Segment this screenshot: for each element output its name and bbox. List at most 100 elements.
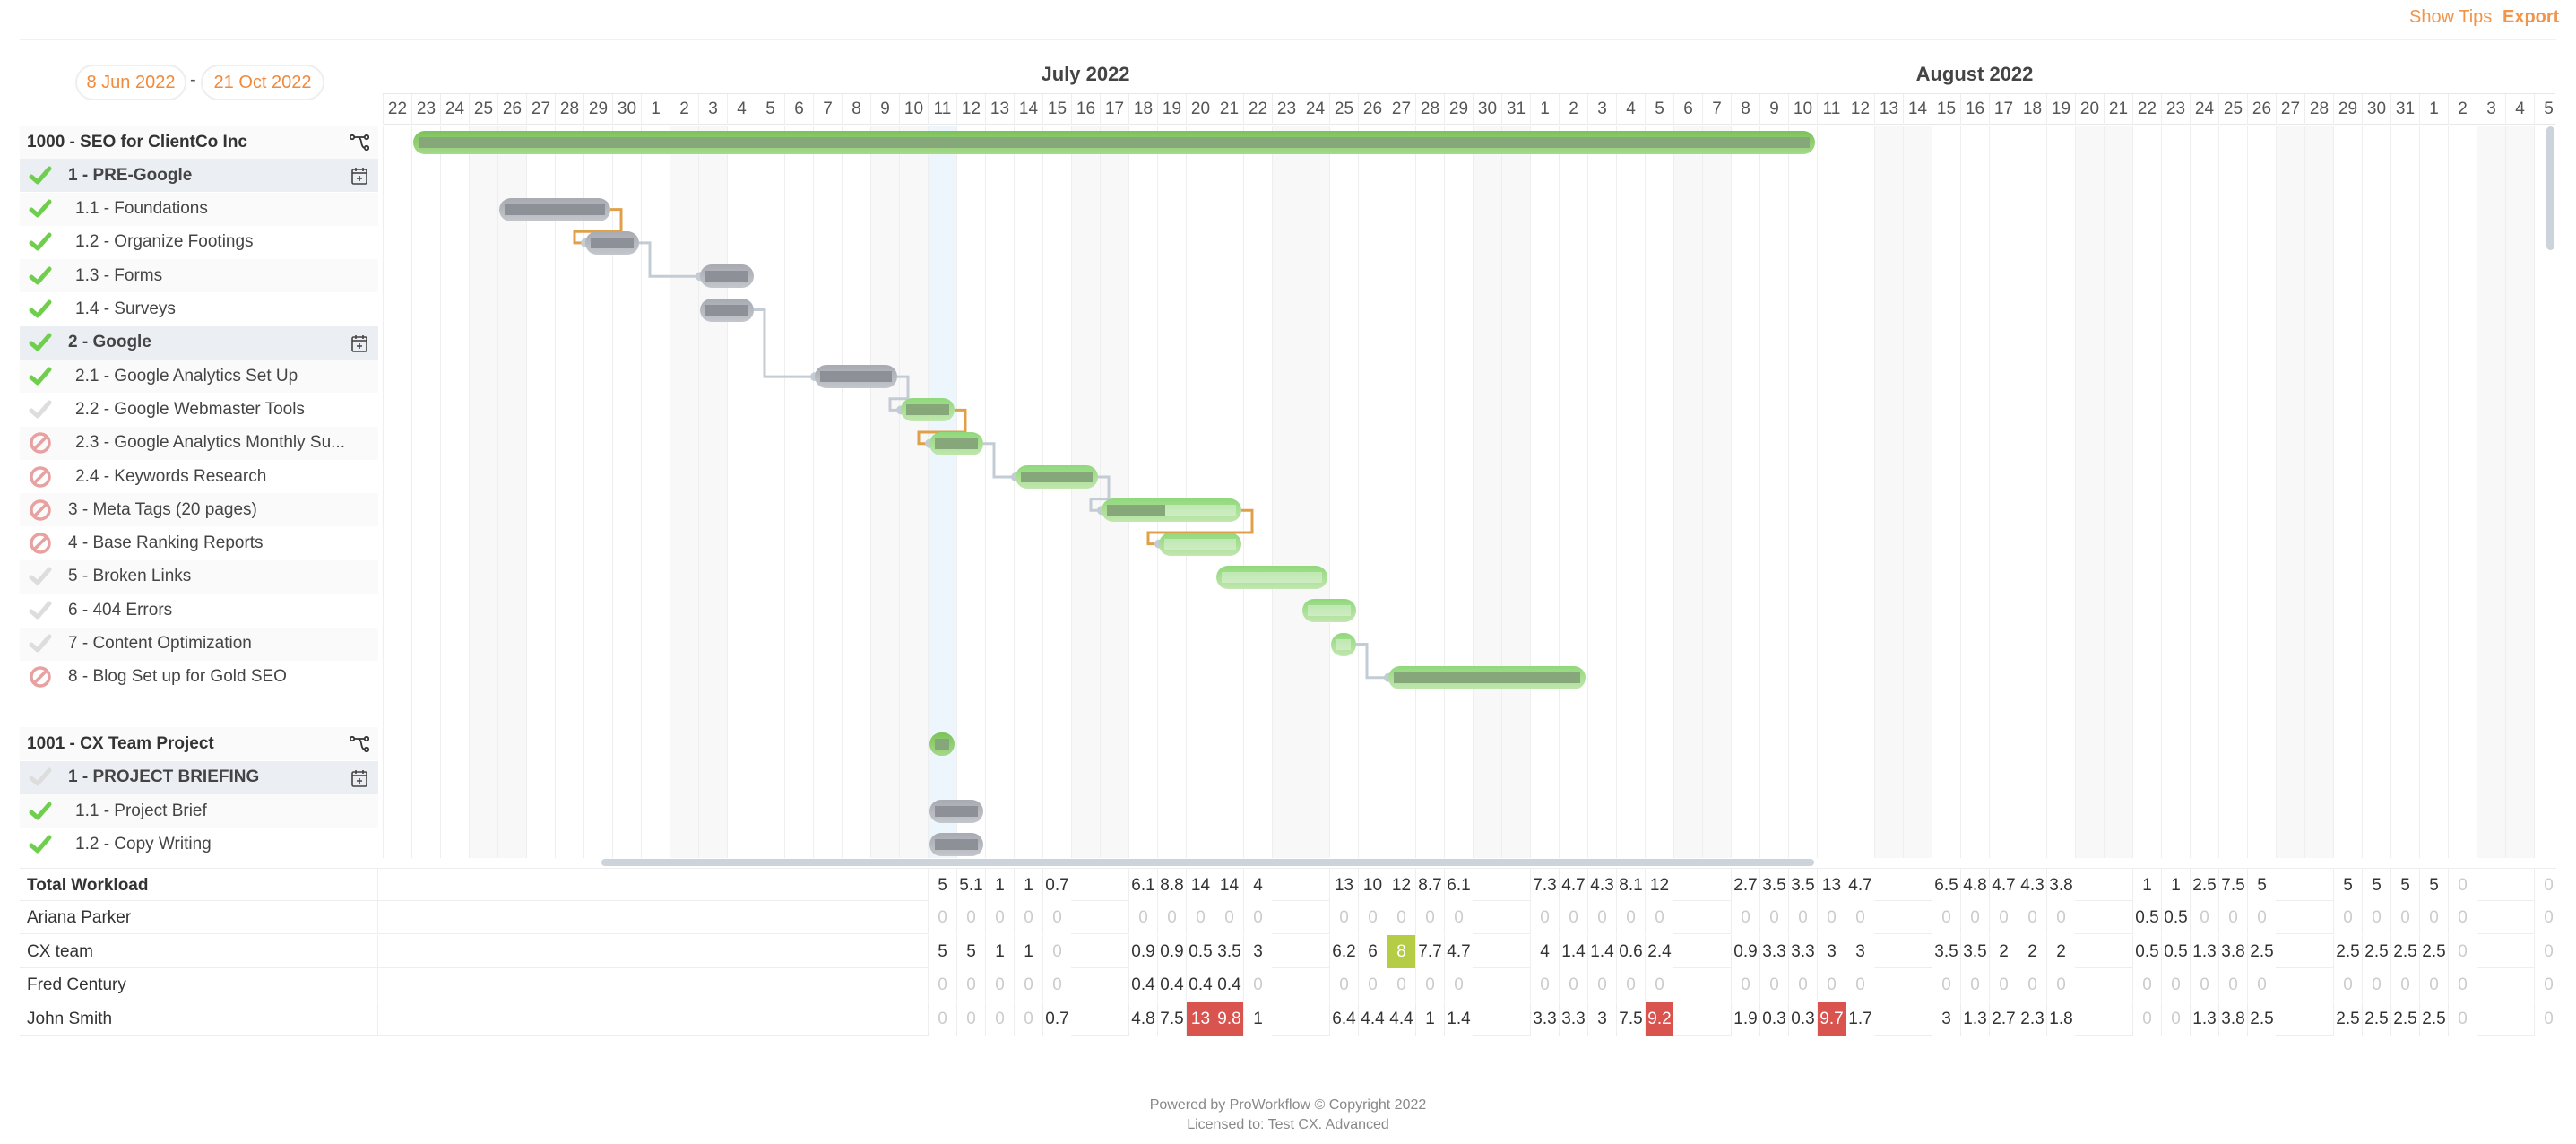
- workload-cell[interactable]: 1.8: [2046, 1001, 2075, 1036]
- gantt-bar[interactable]: [815, 365, 897, 389]
- workload-cell[interactable]: 3: [1932, 1001, 1960, 1036]
- workload-cell[interactable]: 2.5: [2333, 1001, 2362, 1036]
- workload-cell[interactable]: 0: [1358, 901, 1387, 935]
- workload-cell[interactable]: 0.6: [1616, 934, 1645, 968]
- workload-cell[interactable]: 0: [1932, 901, 1960, 935]
- brand-link[interactable]: ProWorkflow: [1230, 1097, 1310, 1113]
- workload-cell[interactable]: 0: [1645, 901, 1673, 935]
- workload-cell[interactable]: 2.5: [2190, 869, 2218, 902]
- workload-cell[interactable]: 4.8: [1128, 1001, 1157, 1036]
- workload-cell[interactable]: 0: [1042, 901, 1071, 935]
- workload-cell[interactable]: 2.5: [2390, 1001, 2419, 1036]
- gantt-bar[interactable]: [929, 800, 983, 823]
- gantt-bar[interactable]: [413, 131, 1815, 154]
- workload-cell[interactable]: 3.5: [1215, 934, 1243, 968]
- workload-cell[interactable]: 1.4: [1559, 934, 1587, 968]
- horizontal-scrollbar[interactable]: [601, 859, 1814, 866]
- workload-cell[interactable]: 4.7: [1444, 934, 1473, 968]
- workload-cell[interactable]: 0: [2132, 968, 2161, 1002]
- workload-cell[interactable]: 0: [1014, 901, 1042, 935]
- workload-cell[interactable]: 0: [1215, 901, 1243, 935]
- workload-cell[interactable]: 0: [1014, 1001, 1042, 1036]
- workload-cell[interactable]: 0: [1759, 968, 1788, 1002]
- workload-cell[interactable]: 0: [1415, 901, 1444, 935]
- workload-cell[interactable]: 4: [1530, 934, 1559, 968]
- workload-cell[interactable]: 0.5: [2132, 901, 2161, 935]
- workload-cell[interactable]: 0.4: [1186, 968, 1215, 1002]
- workload-cell[interactable]: 0: [1759, 901, 1788, 935]
- workload-cell[interactable]: 12: [1387, 869, 1415, 902]
- workload-cell[interactable]: 0: [1731, 968, 1759, 1002]
- workload-cell[interactable]: 3.8: [2218, 934, 2247, 968]
- workload-cell[interactable]: 0: [1817, 968, 1846, 1002]
- workload-cell[interactable]: 1: [2161, 869, 2190, 902]
- workload-cell[interactable]: 2.5: [2362, 934, 2390, 968]
- workload-cell[interactable]: 3.3: [1530, 1001, 1559, 1036]
- workload-cell[interactable]: 0.5: [2161, 934, 2190, 968]
- workload-cell[interactable]: 0.9: [1731, 934, 1759, 968]
- workload-cell[interactable]: 0: [2218, 968, 2247, 1002]
- workload-cell[interactable]: 3: [1846, 934, 1874, 968]
- workload-cell[interactable]: 0: [2018, 968, 2046, 1002]
- workload-cell[interactable]: 3.3: [1759, 934, 1788, 968]
- workload-cell[interactable]: 4.3: [1587, 869, 1616, 902]
- workload-cell[interactable]: 6.2: [1329, 934, 1358, 968]
- workload-cell[interactable]: 0: [1559, 901, 1587, 935]
- workload-cell[interactable]: 0: [2448, 901, 2477, 935]
- vertical-scrollbar[interactable]: [2546, 126, 2554, 250]
- workload-cell[interactable]: 3.3: [1788, 934, 1817, 968]
- gantt-bar[interactable]: [1159, 532, 1241, 556]
- workload-cell[interactable]: 0: [1186, 901, 1215, 935]
- gantt-bar[interactable]: [1016, 465, 1098, 489]
- workload-cell[interactable]: 0: [1587, 901, 1616, 935]
- workload-cell[interactable]: 0: [1817, 901, 1846, 935]
- workload-cell[interactable]: 0: [2218, 901, 2247, 935]
- workload-cell[interactable]: 1: [2132, 869, 2161, 902]
- gantt-bar[interactable]: [1388, 665, 1586, 689]
- workload-cell[interactable]: 2.5: [2362, 1001, 2390, 1036]
- gantt-bar[interactable]: [1302, 599, 1356, 623]
- workload-cell[interactable]: 0: [2534, 934, 2563, 968]
- workload-cell[interactable]: 2: [2046, 934, 2075, 968]
- workload-cell[interactable]: 14: [1186, 869, 1215, 902]
- workload-cell[interactable]: 1.3: [1960, 1001, 1989, 1036]
- workload-cell[interactable]: 2.4: [1645, 934, 1673, 968]
- workload-cell[interactable]: 0: [1157, 901, 1186, 935]
- workload-cell[interactable]: 3.3: [1559, 1001, 1587, 1036]
- workload-cell[interactable]: 3.5: [1788, 869, 1817, 902]
- workload-cell[interactable]: 0: [1415, 968, 1444, 1002]
- workload-cell[interactable]: 0: [2448, 934, 2477, 968]
- gantt-bar[interactable]: [929, 732, 955, 757]
- workload-cell-over[interactable]: 13: [1186, 1001, 1215, 1036]
- workload-cell[interactable]: 0: [1989, 901, 2018, 935]
- workload-cell[interactable]: 1: [1014, 869, 1042, 902]
- gantt-bar[interactable]: [700, 298, 754, 322]
- workload-cell[interactable]: 0.4: [1128, 968, 1157, 1002]
- gantt-bar[interactable]: [929, 833, 983, 857]
- workload-cell[interactable]: 0: [1444, 901, 1473, 935]
- workload-cell[interactable]: 0: [1645, 968, 1673, 1002]
- workload-cell[interactable]: 0: [1616, 968, 1645, 1002]
- workload-cell[interactable]: 0: [985, 1001, 1014, 1036]
- workload-cell[interactable]: 10: [1358, 869, 1387, 902]
- workload-cell[interactable]: 0.5: [2161, 901, 2190, 935]
- workload-cell[interactable]: 1.3: [2190, 1001, 2218, 1036]
- workload-cell[interactable]: 0: [1731, 901, 1759, 935]
- workload-cell-over[interactable]: 9.7: [1817, 1001, 1846, 1036]
- gantt-bar[interactable]: [499, 197, 610, 221]
- workload-cell[interactable]: 0: [1960, 968, 1989, 1002]
- workload-cell[interactable]: 1.3: [2190, 934, 2218, 968]
- workload-cell[interactable]: 0: [956, 968, 985, 1002]
- workload-cell[interactable]: 0.7: [1042, 1001, 1071, 1036]
- workload-cell[interactable]: 0: [2534, 1001, 2563, 1036]
- workload-cell[interactable]: 0: [2390, 968, 2419, 1002]
- gantt-bar[interactable]: [929, 431, 983, 455]
- workload-cell[interactable]: 0.3: [1759, 1001, 1788, 1036]
- workload-cell[interactable]: 2.7: [1989, 1001, 2018, 1036]
- workload-cell[interactable]: 5: [928, 869, 956, 902]
- workload-cell[interactable]: 0: [1128, 901, 1157, 935]
- workload-cell[interactable]: 14: [1215, 869, 1243, 902]
- workload-cell[interactable]: 0.4: [1157, 968, 1186, 1002]
- workload-cell[interactable]: 0.5: [1186, 934, 1215, 968]
- workload-cell[interactable]: 7.3: [1530, 869, 1559, 902]
